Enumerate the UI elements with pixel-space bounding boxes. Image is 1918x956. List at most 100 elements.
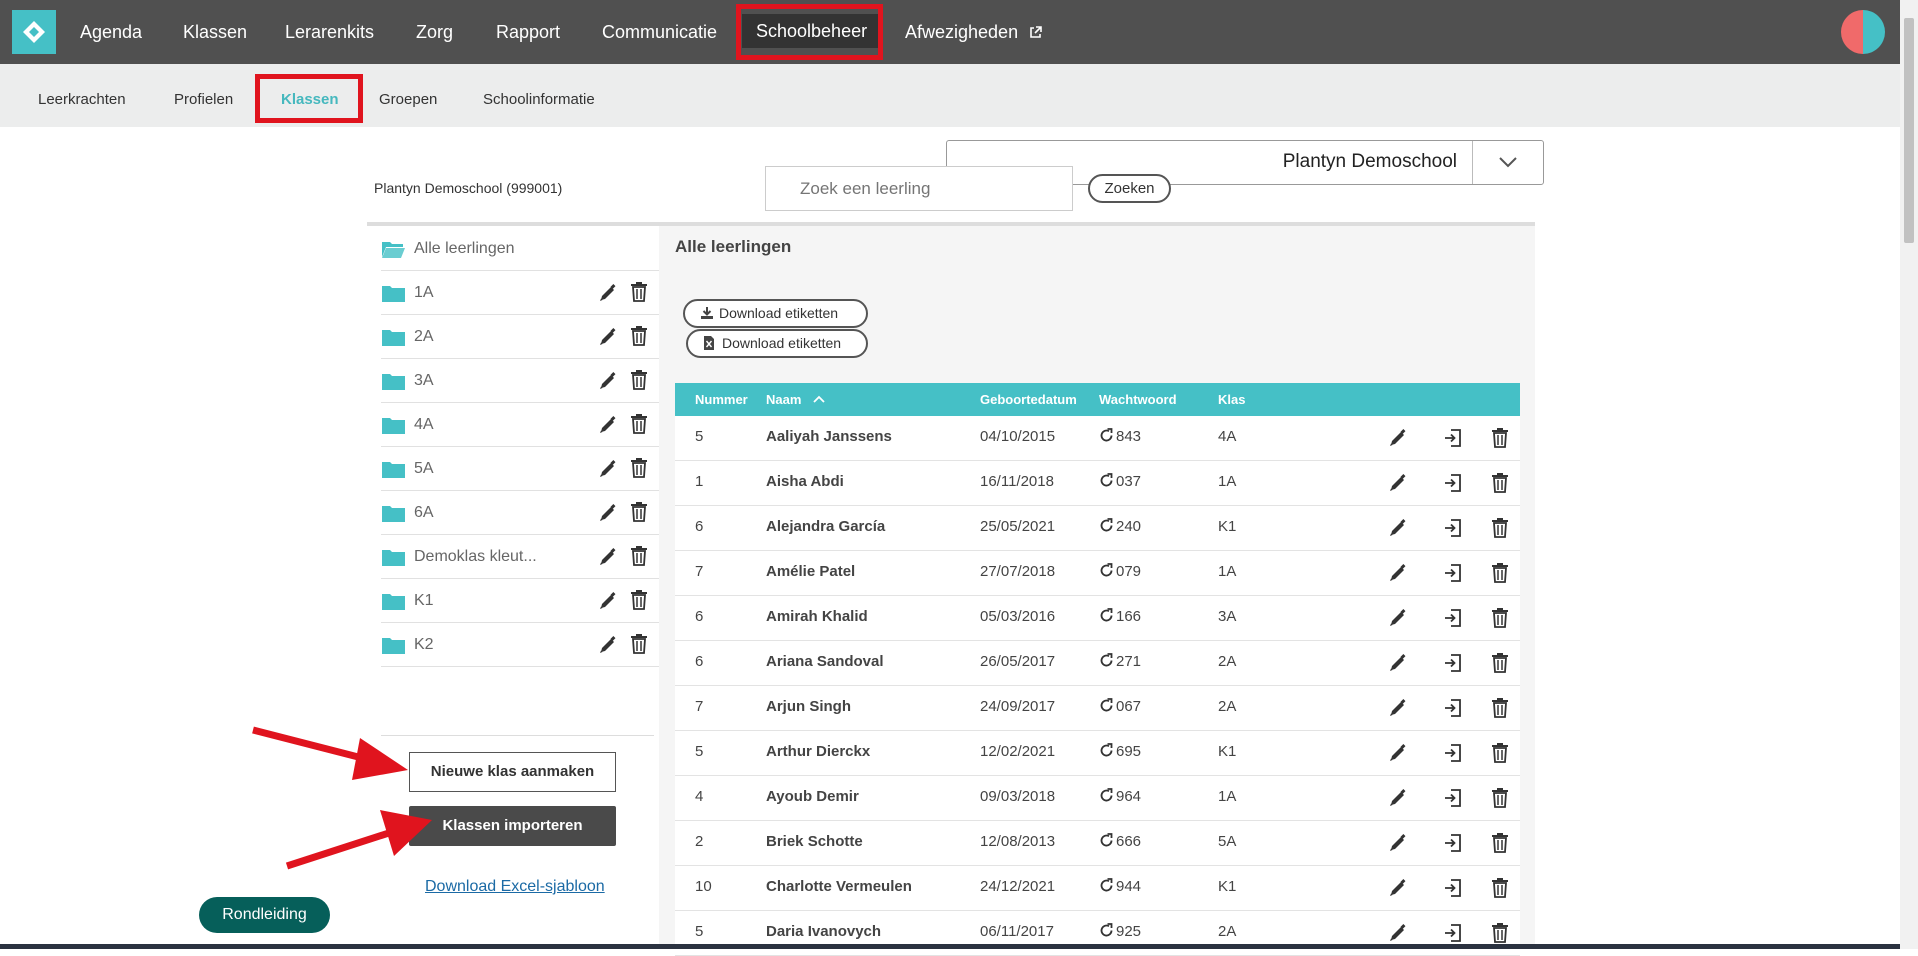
column-header-birthdate[interactable]: Geboortedatum	[980, 383, 1077, 416]
student-row[interactable]: 6 Amirah Khalid 05/03/2016 166 3A	[675, 596, 1520, 641]
class-item[interactable]: 6A	[381, 491, 659, 535]
reset-password-icon[interactable]	[1099, 653, 1114, 668]
edit-class-icon[interactable]	[598, 591, 618, 611]
delete-class-icon[interactable]	[631, 326, 647, 346]
delete-student-icon[interactable]	[1492, 698, 1508, 718]
user-avatar[interactable]	[1841, 10, 1885, 54]
edit-class-icon[interactable]	[598, 635, 618, 655]
delete-class-icon[interactable]	[631, 458, 647, 478]
delete-student-icon[interactable]	[1492, 923, 1508, 943]
scrollbar-thumb[interactable]	[1904, 18, 1914, 243]
login-as-student-icon[interactable]	[1443, 608, 1463, 628]
login-as-student-icon[interactable]	[1443, 563, 1463, 583]
edit-class-icon[interactable]	[598, 371, 618, 391]
login-as-student-icon[interactable]	[1443, 923, 1463, 943]
delete-class-icon[interactable]	[631, 414, 647, 434]
class-item[interactable]: K2	[381, 623, 659, 667]
edit-student-icon[interactable]	[1388, 473, 1408, 493]
nav-schoolbeheer[interactable]: Schoolbeheer	[742, 14, 882, 48]
delete-student-icon[interactable]	[1492, 563, 1508, 583]
class-item[interactable]: 3A	[381, 359, 659, 403]
student-row[interactable]: 4 Ayoub Demir 09/03/2018 964 1A	[675, 776, 1520, 821]
delete-class-icon[interactable]	[631, 502, 647, 522]
edit-student-icon[interactable]	[1388, 653, 1408, 673]
nav-agenda[interactable]: Agenda	[80, 0, 142, 64]
edit-student-icon[interactable]	[1388, 743, 1408, 763]
class-item[interactable]: K1	[381, 579, 659, 623]
class-item[interactable]: 4A	[381, 403, 659, 447]
delete-student-icon[interactable]	[1492, 833, 1508, 853]
delete-student-icon[interactable]	[1492, 473, 1508, 493]
student-search-input[interactable]	[765, 166, 1073, 211]
subnav-klassen[interactable]: Klassen	[281, 64, 339, 127]
reset-password-icon[interactable]	[1099, 518, 1114, 533]
edit-student-icon[interactable]	[1388, 608, 1408, 628]
edit-student-icon[interactable]	[1388, 833, 1408, 853]
edit-student-icon[interactable]	[1388, 428, 1408, 448]
login-as-student-icon[interactable]	[1443, 428, 1463, 448]
delete-student-icon[interactable]	[1492, 608, 1508, 628]
reset-password-icon[interactable]	[1099, 608, 1114, 623]
column-header-number[interactable]: Nummer	[695, 383, 748, 416]
delete-class-icon[interactable]	[631, 590, 647, 610]
delete-student-icon[interactable]	[1492, 878, 1508, 898]
edit-student-icon[interactable]	[1388, 518, 1408, 538]
delete-student-icon[interactable]	[1492, 743, 1508, 763]
subnav-profielen[interactable]: Profielen	[174, 64, 233, 127]
reset-password-icon[interactable]	[1099, 698, 1114, 713]
reset-password-icon[interactable]	[1099, 878, 1114, 893]
reset-password-icon[interactable]	[1099, 833, 1114, 848]
edit-class-icon[interactable]	[598, 327, 618, 347]
student-row[interactable]: 1 Aisha Abdi 16/11/2018 037 1A	[675, 461, 1520, 506]
login-as-student-icon[interactable]	[1443, 878, 1463, 898]
class-item-all[interactable]: Alle leerlingen	[381, 227, 659, 271]
column-header-password[interactable]: Wachtwoord	[1099, 383, 1177, 416]
edit-class-icon[interactable]	[598, 283, 618, 303]
edit-class-icon[interactable]	[598, 459, 618, 479]
download-labels-excel-button[interactable]: Download etiketten	[686, 329, 868, 358]
nav-zorg[interactable]: Zorg	[416, 0, 453, 64]
reset-password-icon[interactable]	[1099, 743, 1114, 758]
delete-student-icon[interactable]	[1492, 428, 1508, 448]
edit-class-icon[interactable]	[598, 415, 618, 435]
guided-tour-button[interactable]: Rondleiding	[199, 897, 330, 933]
nav-afwezigheden[interactable]: Afwezigheden	[905, 0, 1042, 64]
student-row[interactable]: 5 Arthur Dierckx 12/02/2021 695 K1	[675, 731, 1520, 776]
search-button[interactable]: Zoeken	[1088, 174, 1171, 203]
column-header-class[interactable]: Klas	[1218, 383, 1245, 416]
edit-student-icon[interactable]	[1388, 563, 1408, 583]
edit-student-icon[interactable]	[1388, 923, 1408, 943]
class-item[interactable]: Demoklas kleut...	[381, 535, 659, 579]
delete-class-icon[interactable]	[631, 634, 647, 654]
student-row[interactable]: 5 Aaliyah Janssens 04/10/2015 843 4A	[675, 416, 1520, 461]
delete-student-icon[interactable]	[1492, 653, 1508, 673]
new-class-button[interactable]: Nieuwe klas aanmaken	[409, 752, 616, 792]
student-row[interactable]: 5 Daria Ivanovych 06/11/2017 925 2A	[675, 911, 1520, 956]
edit-class-icon[interactable]	[598, 547, 618, 567]
delete-student-icon[interactable]	[1492, 788, 1508, 808]
reset-password-icon[interactable]	[1099, 788, 1114, 803]
delete-class-icon[interactable]	[631, 370, 647, 390]
reset-password-icon[interactable]	[1099, 923, 1114, 938]
student-row[interactable]: 2 Briek Schotte 12/08/2013 666 5A	[675, 821, 1520, 866]
delete-class-icon[interactable]	[631, 546, 647, 566]
student-row[interactable]: 6 Alejandra García 25/05/2021 240 K1	[675, 506, 1520, 551]
download-template-link[interactable]: Download Excel-sjabloon	[425, 878, 605, 896]
subnav-schoolinformatie[interactable]: Schoolinformatie	[483, 64, 595, 127]
student-row[interactable]: 7 Arjun Singh 24/09/2017 067 2A	[675, 686, 1520, 731]
class-item[interactable]: 2A	[381, 315, 659, 359]
student-row[interactable]: 6 Ariana Sandoval 26/05/2017 271 2A	[675, 641, 1520, 686]
class-item[interactable]: 1A	[381, 271, 659, 315]
reset-password-icon[interactable]	[1099, 563, 1114, 578]
student-row[interactable]: 10 Charlotte Vermeulen 24/12/2021 944 K1	[675, 866, 1520, 911]
delete-class-icon[interactable]	[631, 282, 647, 302]
login-as-student-icon[interactable]	[1443, 698, 1463, 718]
nav-communicatie[interactable]: Communicatie	[602, 0, 717, 64]
login-as-student-icon[interactable]	[1443, 473, 1463, 493]
edit-class-icon[interactable]	[598, 503, 618, 523]
column-header-name[interactable]: Naam	[766, 383, 825, 416]
app-logo[interactable]	[12, 10, 56, 54]
subnav-leerkrachten[interactable]: Leerkrachten	[38, 64, 126, 127]
login-as-student-icon[interactable]	[1443, 653, 1463, 673]
login-as-student-icon[interactable]	[1443, 743, 1463, 763]
